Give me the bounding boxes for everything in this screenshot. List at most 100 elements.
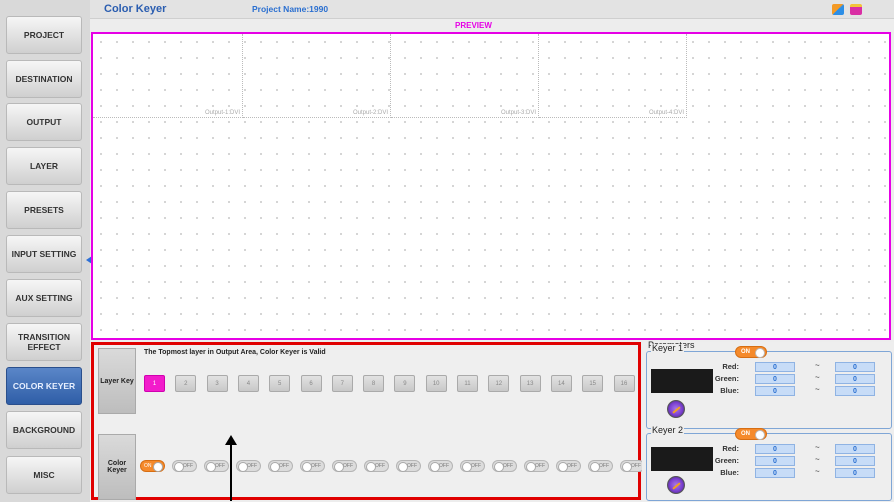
range-sep: ~ — [815, 443, 820, 452]
layer-key-button[interactable]: 14 — [550, 375, 572, 392]
keyer2-blue-max[interactable]: 0 — [835, 468, 875, 478]
keyer-toggle[interactable]: OFF — [332, 460, 357, 472]
layer-key-button[interactable]: 6 — [300, 375, 322, 392]
layer-key-button[interactable]: 11 — [457, 375, 478, 392]
keyer1-red-label: Red: — [722, 362, 739, 371]
nav-project[interactable]: PROJECT — [6, 16, 82, 54]
keyer2-red-max[interactable]: 0 — [835, 444, 875, 454]
keyer1-green-max[interactable]: 0 — [835, 374, 875, 384]
layer-key-button[interactable]: 10 — [425, 375, 447, 392]
output-label: Output-3:DVI — [500, 110, 536, 116]
range-sep: ~ — [815, 467, 820, 476]
parameters-panel: Parameters Keyer 1 ON Red: Green: Blue: … — [642, 341, 894, 502]
nav-label: INPUT SETTING — [11, 249, 77, 259]
output-label: Output-4:DVI — [648, 110, 684, 116]
keyer2-blue-label: Blue: — [720, 468, 739, 477]
layer-key-button[interactable]: 2 — [175, 375, 197, 392]
keyer1-toggle[interactable]: ON — [735, 346, 767, 358]
keyer1-blue-min[interactable]: 0 — [755, 386, 795, 396]
keyer1-green-label: Green: — [714, 374, 739, 383]
keyer1-red-min[interactable]: 0 — [755, 362, 795, 372]
keyer-toggle[interactable]: OFF — [396, 460, 421, 472]
nav-transition-effect[interactable]: TRANSITION EFFECT — [6, 323, 82, 361]
keyer2-green-min[interactable]: 0 — [755, 456, 795, 466]
keyer-toggle[interactable]: OFF — [460, 460, 485, 472]
output-label: Output-1:DVI — [204, 110, 240, 116]
nav-color-keyer[interactable]: COLOR KEYER — [6, 367, 82, 405]
layer-key-button[interactable]: 5 — [269, 375, 291, 392]
range-sep: ~ — [815, 361, 820, 370]
keyer-toggle[interactable]: OFF — [268, 460, 293, 472]
keyer-toggle[interactable]: OFF — [524, 460, 549, 472]
keyer-toggle[interactable]: OFF — [300, 460, 325, 472]
range-sep: ~ — [815, 373, 820, 382]
layer-key-button[interactable]: 3 — [206, 375, 228, 392]
nav-label: AUX SETTING — [15, 293, 73, 303]
keyer-toggle[interactable]: OFF — [492, 460, 517, 472]
nav-label: OUTPUT — [26, 117, 62, 127]
nav-label: LAYER — [29, 161, 59, 171]
preview-canvas[interactable]: Output-1:DVI Output-2:DVI Output-3:DVI O… — [91, 32, 891, 340]
keyer2-green-label: Green: — [714, 456, 739, 465]
layer-key-button[interactable]: 4 — [237, 375, 259, 392]
output-region[interactable]: Output-2:DVI — [243, 34, 391, 118]
keyer-toggle[interactable]: OFF — [556, 460, 581, 472]
keyer1-color-picker-icon[interactable] — [667, 400, 685, 418]
nav-output[interactable]: OUTPUT — [6, 103, 82, 141]
layer-key-button[interactable]: 8 — [363, 375, 385, 392]
keyer1-blue-max[interactable]: 0 — [835, 386, 875, 396]
keyer1-green-min[interactable]: 0 — [755, 374, 795, 384]
nav-layer[interactable]: LAYER — [6, 147, 82, 185]
nav-input-setting[interactable]: INPUT SETTING — [6, 235, 82, 273]
keyer-toggle[interactable]: OFF — [236, 460, 261, 472]
keyer2-blue-min[interactable]: 0 — [755, 468, 795, 478]
nav-destination[interactable]: DESTINATION — [6, 60, 82, 98]
keyer2-title: Keyer 2 — [651, 425, 685, 435]
range-sep: ~ — [815, 385, 820, 394]
layer-key-button[interactable]: 16 — [613, 375, 635, 392]
title-bar: Color Keyer Project Name:1990 — [90, 0, 894, 19]
nav-background[interactable]: BACKGROUND — [6, 411, 82, 449]
preview-label: PREVIEW — [455, 21, 492, 30]
nav-aux-setting[interactable]: AUX SETTING — [6, 279, 82, 317]
output-region[interactable]: Output-1:DVI — [93, 34, 243, 118]
color-keyer-tab[interactable]: Color Keyer — [98, 434, 136, 500]
save-icon[interactable] — [850, 4, 862, 15]
keyer1-title: Keyer 1 — [651, 343, 685, 353]
project-name: Project Name:1990 — [252, 4, 329, 14]
keyer2-toggle[interactable]: ON — [735, 428, 767, 440]
layer-key-button[interactable]: 15 — [582, 375, 604, 392]
keyer2-green-max[interactable]: 0 — [835, 456, 875, 466]
nav-label: PROJECT — [23, 30, 65, 40]
output-toggle-icon[interactable] — [832, 4, 844, 15]
keyer1-red-max[interactable]: 0 — [835, 362, 875, 372]
layer-key-button[interactable]: 7 — [331, 375, 353, 392]
layer-key-button[interactable]: 9 — [394, 375, 416, 392]
nav-misc[interactable]: MISC — [6, 456, 82, 494]
keyer1-blue-label: Blue: — [720, 386, 739, 395]
nav-label: PRESETS — [24, 205, 64, 215]
keyer-toggle[interactable]: OFF — [588, 460, 613, 472]
keyer-toggle[interactable]: OFF — [204, 460, 229, 472]
layer-key-tab[interactable]: Layer Key — [98, 348, 136, 414]
range-sep: ~ — [815, 455, 820, 464]
layer-key-button[interactable]: 13 — [519, 375, 541, 392]
output-region[interactable]: Output-4:DVI — [539, 34, 687, 118]
nav-label: BACKGROUND — [12, 425, 76, 435]
nav-label: DESTINATION — [15, 74, 73, 84]
keyer2-red-min[interactable]: 0 — [755, 444, 795, 454]
output-region[interactable]: Output-3:DVI — [391, 34, 539, 118]
keyer-toggle[interactable]: OFF — [428, 460, 453, 472]
keyer-toggle[interactable]: ON — [140, 460, 165, 472]
keyer2-color-picker-icon[interactable] — [667, 476, 685, 494]
keyer-toggle[interactable]: OFF — [172, 460, 197, 472]
nav-label: TRANSITION EFFECT — [18, 332, 70, 352]
sidebar: PROJECT DESTINATION OUTPUT LAYER PRESETS… — [0, 0, 90, 502]
layer-key-button[interactable]: 1 — [144, 375, 165, 392]
nav-label: COLOR KEYER — [12, 381, 76, 391]
nav-label: MISC — [33, 470, 55, 480]
keyer-toggle[interactable]: OFF — [364, 460, 389, 472]
layer-key-button[interactable]: 12 — [488, 375, 510, 392]
layer-key-label: Layer Key — [100, 377, 134, 385]
nav-presets[interactable]: PRESETS — [6, 191, 82, 229]
